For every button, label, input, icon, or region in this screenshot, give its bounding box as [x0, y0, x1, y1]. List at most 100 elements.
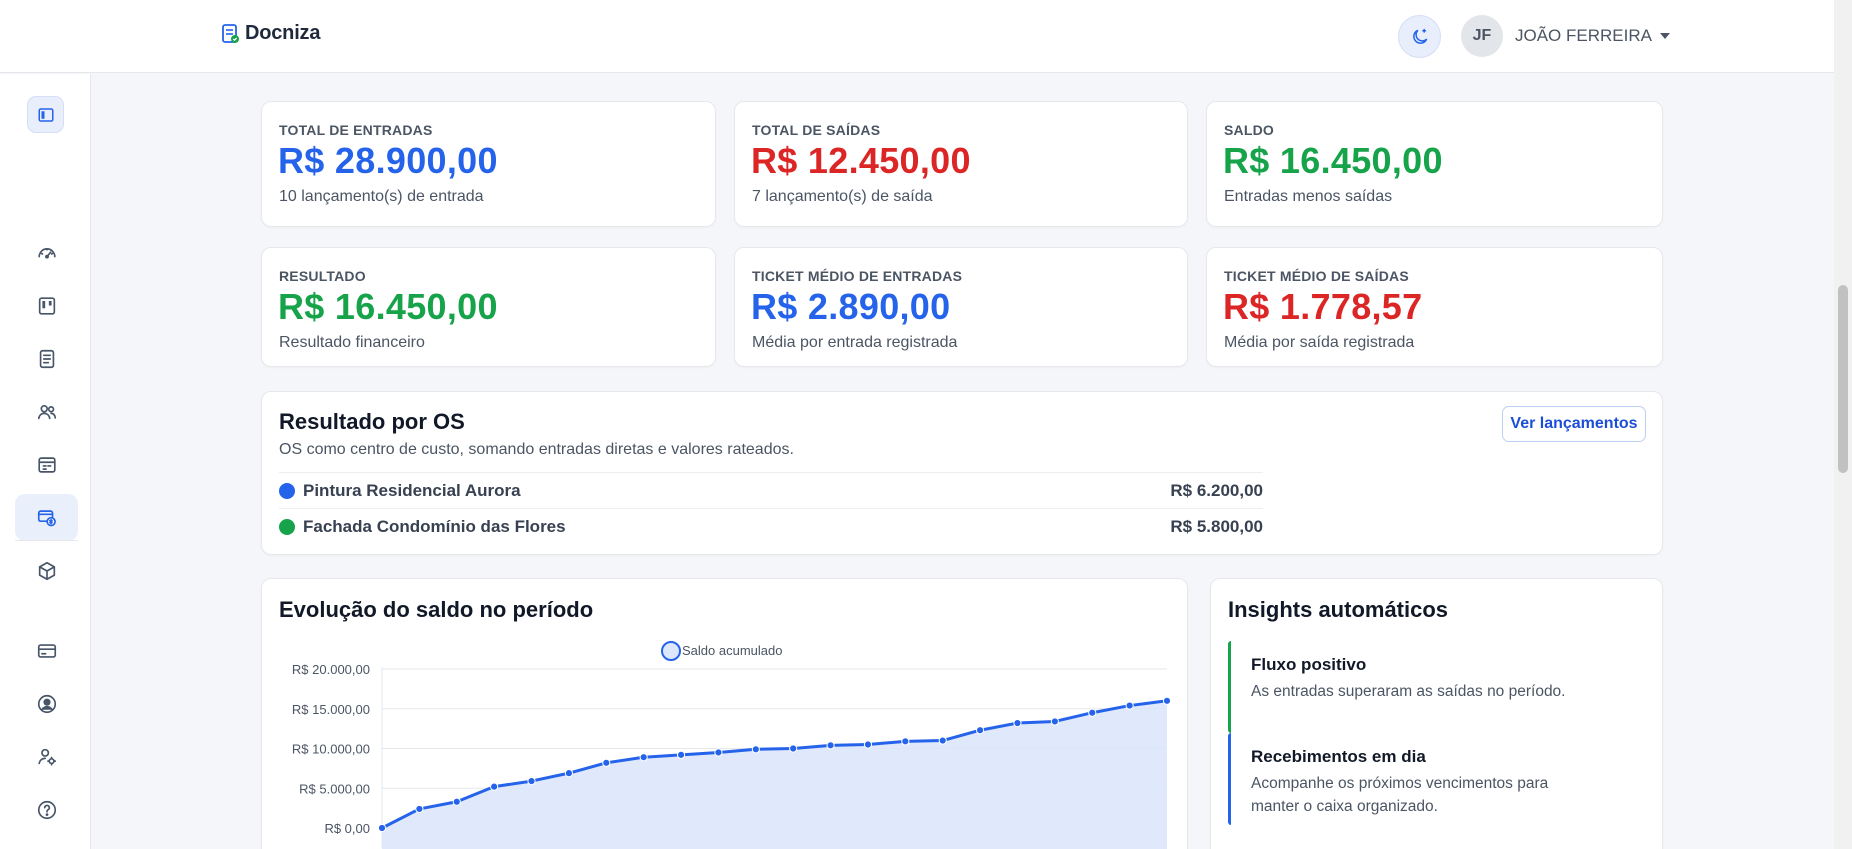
data-point — [452, 797, 461, 806]
avatar: JF — [1461, 15, 1503, 57]
y-tick-label: R$ 0,00 — [324, 821, 370, 836]
sidebar-item-help[interactable] — [15, 786, 78, 833]
scrollbar-thumb[interactable] — [1838, 285, 1848, 473]
sidebar-item-profile[interactable] — [15, 680, 78, 727]
money-icon — [37, 509, 56, 526]
stat-card-total-entradas: TOTAL DE ENTRADAS R$ 28.900,00 10 lançam… — [261, 101, 716, 227]
insight-title: Recebimentos em dia — [1251, 747, 1426, 766]
sidebar-item-gifts[interactable] — [15, 839, 78, 849]
sidebar-separator — [15, 540, 78, 541]
stat-value: R$ 12.450,00 — [751, 140, 971, 181]
user-menu[interactable]: JF JOÃO FERREIRA — [1461, 15, 1670, 57]
insight-item: Fluxo positivo As entradas superaram as … — [1228, 641, 1648, 733]
os-row[interactable]: Pintura Residencial Aurora R$ 6.200,00 — [279, 472, 1263, 508]
y-tick-label: R$ 10.000,00 — [292, 742, 370, 757]
os-color-dot — [279, 483, 295, 499]
data-point — [415, 804, 424, 814]
stat-label: RESULTADO — [279, 268, 366, 284]
insight-title: Fluxo positivo — [1251, 655, 1367, 674]
data-point — [639, 753, 648, 762]
stat-card-total-saidas: TOTAL DE SAÍDAS R$ 12.450,00 7 lançament… — [734, 101, 1188, 227]
insight-text: Acompanhe os próximos vencimentos para m… — [1251, 775, 1549, 815]
os-name: Pintura Residencial Aurora — [303, 481, 521, 500]
stat-description: Entradas menos saídas — [1224, 188, 1393, 205]
stat-card-ticket-medio-saidas: TICKET MÉDIO DE SAÍDAS R$ 1.778,57 Média… — [1206, 247, 1663, 367]
sidebar — [0, 74, 91, 849]
brand-name: Docniza — [245, 22, 321, 44]
stat-value: R$ 16.450,00 — [1223, 140, 1443, 181]
data-point — [975, 726, 985, 735]
calendar-icon — [37, 456, 56, 473]
kanban-icon — [38, 296, 55, 315]
data-point — [527, 776, 536, 786]
insights-card: Insights automáticos Fluxo positivo As e… — [1210, 578, 1663, 849]
legend-marker — [661, 641, 681, 661]
caret-down-icon — [1659, 33, 1670, 39]
data-point — [564, 769, 574, 778]
brand[interactable]: Docniza — [221, 22, 320, 45]
box-icon — [38, 561, 55, 580]
stat-value: R$ 28.900,00 — [278, 140, 498, 181]
balance-chart-card: Evolução do saldo no período R$ 20.000,0… — [261, 578, 1188, 849]
stat-card-saldo: SALDO R$ 16.450,00 Entradas menos saídas — [1206, 101, 1663, 227]
data-point — [751, 745, 760, 754]
stat-label: TICKET MÉDIO DE SAÍDAS — [1224, 268, 1409, 284]
legend-label: Saldo acumulado — [682, 643, 782, 658]
theme-toggle-button[interactable] — [1398, 15, 1441, 58]
os-result-subtitle: OS como centro de custo, somando entrada… — [279, 441, 794, 458]
os-row[interactable]: Fachada Condomínio das Flores R$ 5.800,0… — [279, 508, 1263, 544]
data-point — [377, 823, 387, 833]
view-entries-button[interactable]: Ver lançamentos — [1502, 406, 1646, 442]
data-point — [1162, 696, 1172, 705]
sidebar-item-products[interactable] — [15, 547, 78, 594]
sidebar-item-finance[interactable] — [15, 494, 78, 541]
sidebar-item-documents[interactable] — [15, 335, 78, 382]
data-point — [863, 740, 873, 749]
data-point — [1088, 708, 1097, 717]
sidebar-toggle-button[interactable] — [27, 96, 64, 133]
sidebar-item-billing[interactable] — [15, 627, 78, 674]
sidebar-item-user-settings[interactable] — [15, 733, 78, 780]
stat-label: TOTAL DE ENTRADAS — [279, 122, 433, 138]
insight-text: As entradas superaram as saídas no perío… — [1251, 683, 1566, 700]
stat-value: R$ 1.778,57 — [1223, 286, 1423, 327]
y-tick-label: R$ 5.000,00 — [299, 781, 370, 796]
moon-icon — [1412, 28, 1427, 44]
os-result-title: Resultado por OS — [279, 409, 465, 434]
data-point — [901, 737, 910, 746]
data-point — [938, 736, 947, 745]
stat-card-ticket-medio-entradas: TICKET MÉDIO DE ENTRADAS R$ 2.890,00 Méd… — [734, 247, 1188, 367]
os-result-card: Resultado por OS OS como centro de custo… — [261, 391, 1663, 555]
sidebar-item-kanban[interactable] — [15, 282, 78, 329]
data-point — [1050, 717, 1059, 726]
stat-description: Resultado financeiro — [279, 334, 425, 351]
data-point — [714, 748, 723, 757]
os-color-dot — [279, 519, 295, 535]
chart-y-ticks: R$ 20.000,00 R$ 15.000,00 R$ 10.000,00 R$ 5… — [292, 662, 370, 836]
help-icon — [37, 800, 56, 819]
user-gear-icon — [37, 748, 56, 766]
data-point — [826, 741, 835, 750]
stat-label: TICKET MÉDIO DE ENTRADAS — [752, 268, 963, 284]
data-point — [602, 758, 611, 767]
document-list-icon — [39, 349, 54, 368]
stat-value: R$ 16.450,00 — [278, 286, 498, 327]
sidebar-item-clients[interactable] — [15, 388, 78, 435]
top-bar: Docniza JF JOÃO FERREIRA — [0, 0, 1834, 73]
y-tick-label: R$ 20.000,00 — [292, 662, 370, 677]
gauge-icon — [37, 247, 56, 259]
chart-legend: Saldo acumulado — [661, 641, 782, 661]
stat-description: Média por entrada registrada — [752, 334, 958, 351]
data-point — [789, 744, 798, 753]
balance-chart: R$ 20.000,00 R$ 15.000,00 R$ 10.000,00 R$ 5… — [292, 641, 1172, 849]
y-tick-label: R$ 15.000,00 — [292, 702, 370, 717]
data-point — [1125, 701, 1134, 710]
stat-value: R$ 2.890,00 — [751, 286, 951, 327]
stat-card-resultado: RESULTADO R$ 16.450,00 Resultado finance… — [261, 247, 716, 367]
stat-label: SALDO — [1224, 122, 1274, 138]
insights-title: Insights automáticos — [1228, 597, 1449, 622]
sidebar-toggle-icon — [38, 107, 53, 122]
sidebar-item-dashboard[interactable] — [15, 229, 78, 276]
sidebar-item-calendar[interactable] — [15, 441, 78, 488]
stat-label: TOTAL DE SAÍDAS — [752, 122, 881, 138]
